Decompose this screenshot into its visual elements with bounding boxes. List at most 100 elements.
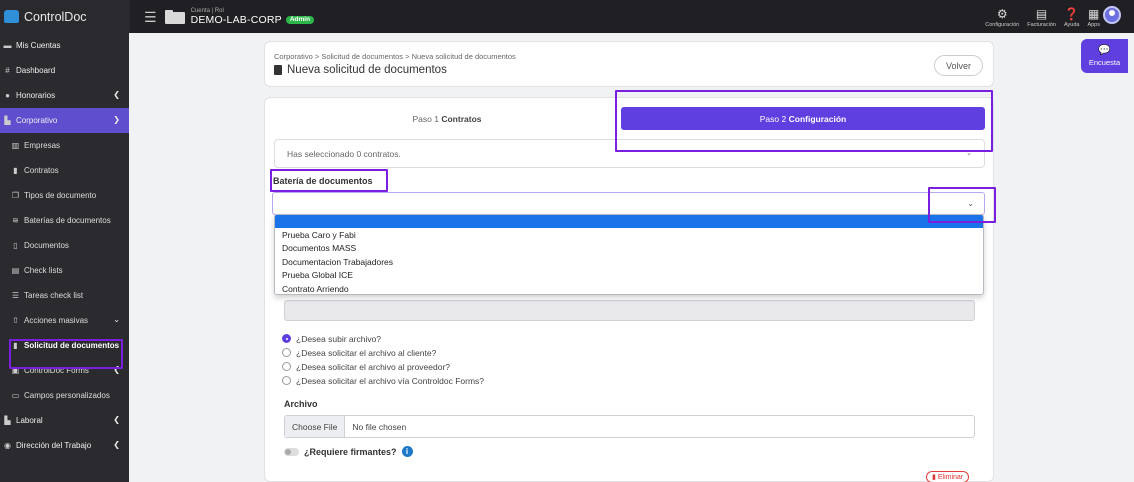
chevron-down-icon: ❯ [113,115,120,124]
encuesta-button[interactable]: 💬 Encuesta [1081,39,1128,73]
sidebar-item-label: Laboral [16,416,43,425]
top-bar: ControlDoc ☰ Cuenta | Rol DEMO-LAB-CORP … [0,0,1134,33]
dropdown-option[interactable]: Prueba Global ICE [275,269,983,283]
sidebar-item-baterias-de-documentos[interactable]: ≋ Baterías de documentos [0,208,129,233]
sidebar-item-acciones-masivas[interactable]: ⇧ Acciones masivas ⌄ [0,308,129,333]
sidebar-item-direccion-del-trabajo[interactable]: ◉ Dirección del Trabajo ❮ [0,433,129,458]
selected-contracts-accordion[interactable]: Has seleccionado 0 contratos. ⌄ [274,139,985,168]
step2-prefix: Paso 2 [759,113,787,124]
chevron-down-icon: ⌄ [113,315,120,324]
radio-solicitar-proveedor[interactable]: ¿Desea solicitar el archivo al proveedor… [282,360,450,373]
eliminar-button[interactable]: ▮ Eliminar [926,471,970,482]
tab-paso-1[interactable]: Paso 1 Contratos [272,107,622,130]
page-header-card: Corporativo > Solicitud de documentos > … [264,41,994,87]
list-icon: ☰ [11,291,20,300]
sidebar-item-label: Baterías de documentos [24,216,111,225]
user-avatar[interactable] [1103,6,1121,24]
ayuda-button[interactable]: ❓ Ayuda [1064,8,1080,28]
brand[interactable]: ControlDoc [0,0,130,33]
sidebar-item-dashboard[interactable]: # Dashboard [0,58,129,83]
volver-button[interactable]: Volver [933,55,983,76]
dropdown-option[interactable]: Documentacion Trabajadores [275,255,983,269]
account-switcher[interactable]: Cuenta | Rol DEMO-LAB-CORP Admin [191,8,315,26]
chevron-down-icon: ⌄ [967,199,974,208]
sidebar-item-mis-cuentas[interactable]: ▬ Mis Cuentas [0,33,129,58]
folder-icon: ▬ [3,41,12,50]
radio-button[interactable] [282,348,291,357]
facturacion-label: Facturación [1027,22,1056,28]
radio-label: ¿Desea solicitar el archivo vía Controld… [296,375,485,386]
dt-logo-icon: ◉ [4,441,11,450]
chevron-left-icon: ❮ [113,440,120,449]
radio-label: ¿Desea solicitar el archivo al proveedor… [296,361,451,372]
sidebar-item-campos-personalizados[interactable]: ▭ Campos personalizados [0,383,129,408]
admin-badge: Admin [285,15,315,25]
sidebar-item-label: Tareas check list [24,291,84,300]
radio-button[interactable] [282,362,291,371]
chevron-left-icon: ❮ [113,415,120,424]
archivo-file-input[interactable]: Choose File No file chosen [284,415,975,438]
sidebar-item-label: Mis Cuentas [16,41,61,50]
chevron-left-icon: ❮ [113,90,120,99]
sidebar-item-controldoc-forms[interactable]: ▣ ControlDoc Forms ❮ [0,358,129,383]
hash-icon: # [5,66,10,75]
sidebar-item-solicitud-de-documentos[interactable]: ▮ Solicitud de documentos [0,333,129,358]
building-icon: ▙ [4,116,11,125]
controldoc-logo-icon [4,10,19,23]
document-icon: ▯ [13,241,18,250]
dropdown-option[interactable]: Documentos MASS [275,242,983,256]
file-plus-icon [274,65,282,75]
bateria-select[interactable]: ⌄ [272,192,985,215]
page-title-text: Nueva solicitud de documentos [287,64,447,76]
account-name: DEMO-LAB-CORP [190,13,282,26]
sidebar-item-empresas[interactable]: ▥ Empresas [0,133,129,158]
sidebar-item-tareas-check-list[interactable]: ☰ Tareas check list [0,283,129,308]
radio-solicitar-cliente[interactable]: ¿Desea solicitar el archivo al cliente? [282,346,436,359]
file-request-icon: ▮ [13,341,18,350]
radio-subir-archivo[interactable]: ¿Desea subir archivo? [282,332,381,345]
disabled-text-input [284,300,975,321]
step1-label: Contratos [441,113,482,124]
eliminar-label: Eliminar [937,473,964,481]
top-actions: ⚙ Configuración ▤ Facturación ❓ Ayuda ▦ … [985,0,1100,33]
radio-solicitar-forms[interactable]: ¿Desea solicitar el archivo vía Controld… [282,374,484,387]
sidebar-item-tipos-de-documento[interactable]: ❐ Tipos de documento [0,183,129,208]
folder-icon [164,9,185,24]
dropdown-option-empty-highlighted[interactable] [275,215,983,228]
radio-button[interactable] [282,334,291,343]
bateria-label: Batería de documentos [273,176,373,186]
sidebar-item-label: Contratos [24,166,59,175]
firmantes-toggle[interactable] [284,447,299,456]
ayuda-label: Ayuda [1063,22,1080,28]
coin-icon: ● [5,91,10,100]
sidebar-item-honorarios[interactable]: ● Honorarios ❮ [0,83,129,108]
fields-icon: ▭ [11,391,20,400]
radio-button[interactable] [282,376,291,385]
info-icon[interactable]: i [401,446,413,457]
trash-icon: ▮ [932,474,936,481]
sidebar-item-label: Corporativo [16,116,58,125]
tab-paso-2[interactable]: Paso 2 Configuración [621,107,985,130]
sidebar-item-documentos[interactable]: ▯ Documentos [0,233,129,258]
choose-file-button[interactable]: Choose File [285,416,346,437]
sidebar-item-laboral[interactable]: ▙ Laboral ❮ [0,408,129,433]
account-name-row: DEMO-LAB-CORP Admin [191,15,315,26]
sidebar-item-label: ControlDoc Forms [24,366,89,375]
radio-label: ¿Desea subir archivo? [296,333,382,344]
hamburger-menu-icon[interactable]: ☰ [144,10,157,24]
briefcase-icon: ▙ [4,416,11,425]
facturacion-button[interactable]: ▤ Facturación [1027,8,1056,28]
apps-button[interactable]: ▦ Apps [1087,8,1100,28]
grid-icon: ▦ [1088,7,1100,21]
help-icon: ❓ [1064,7,1080,21]
sidebar-item-label: Solicitud de documentos [24,341,120,350]
sidebar-item-check-lists[interactable]: ▤ Check lists [0,258,129,283]
dropdown-option[interactable]: Prueba Caro y Fabi [275,228,983,242]
sidebar-item-corporativo[interactable]: ▙ Corporativo ❯ [0,108,129,133]
dropdown-option[interactable]: Contrato Arriendo [275,282,983,294]
firmantes-row: ¿Requiere firmantes? i [284,446,413,457]
configuracion-button[interactable]: ⚙ Configuración [985,8,1019,28]
sidebar-item-label: Dashboard [16,66,56,75]
sidebar-item-label: Empresas [24,141,61,150]
sidebar-item-contratos[interactable]: ▮ Contratos [0,158,129,183]
